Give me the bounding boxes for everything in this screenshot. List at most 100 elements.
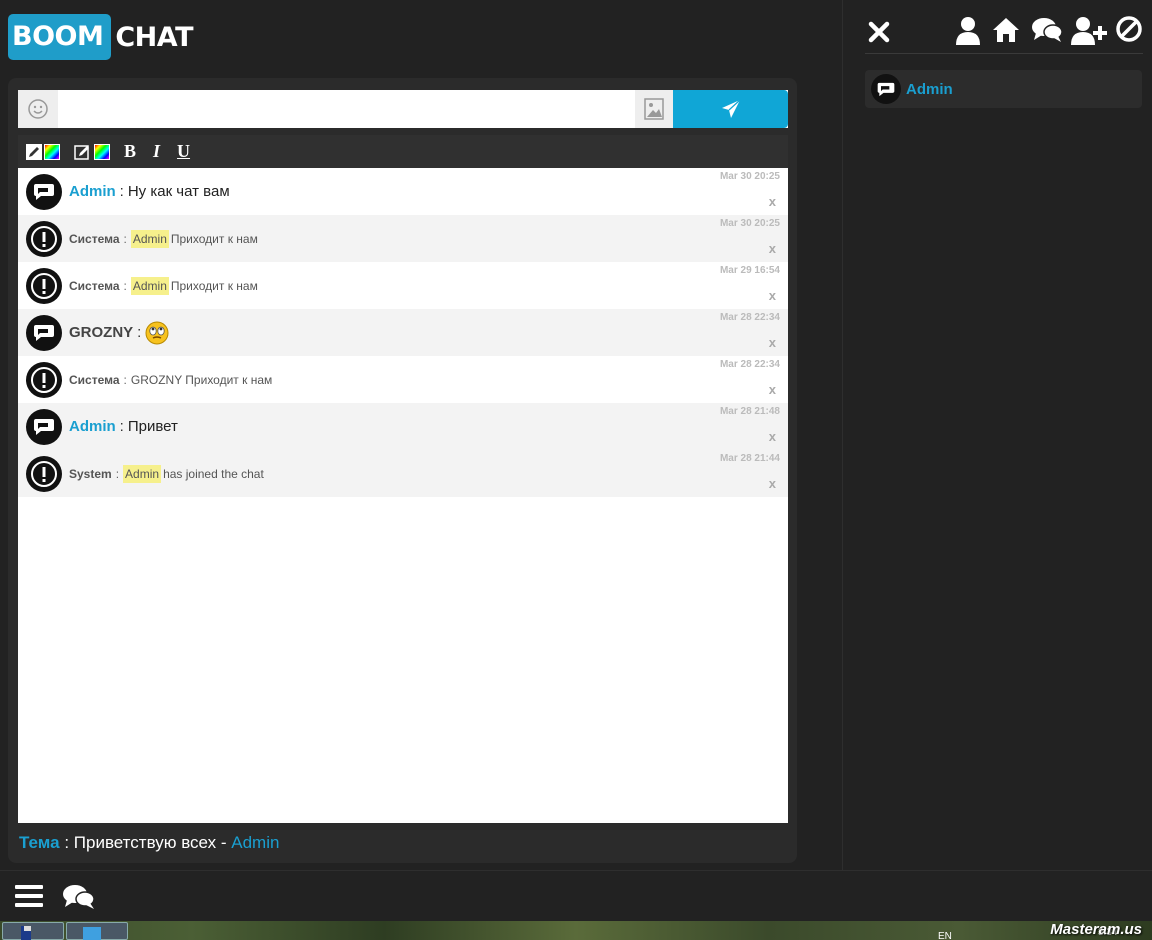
message-input[interactable]: [58, 90, 635, 128]
rolling-eyes-emoji-icon: [145, 321, 169, 344]
home-icon[interactable]: [991, 16, 1021, 44]
user-sidebar: Admin: [842, 0, 1152, 870]
message-separator: :: [123, 278, 127, 293]
floppy-icon: [21, 926, 37, 940]
system-text: Приходит к нам: [170, 278, 258, 293]
system-name: Система: [69, 372, 120, 387]
highlighted-username: Admin: [130, 276, 169, 295]
system-text: GROZNY Приходит к нам: [130, 372, 273, 387]
message-time: Mar 28 22:34: [719, 359, 780, 370]
bold-button[interactable]: B: [124, 141, 136, 162]
add-user-icon[interactable]: [1071, 16, 1107, 46]
system-message: Система : Admin Приходит к нам Mar 29 16…: [18, 262, 788, 309]
text-color-icon: [26, 143, 42, 160]
text-color-button[interactable]: [26, 143, 60, 160]
message-separator: :: [123, 372, 127, 387]
online-user-name: Admin: [906, 80, 953, 98]
background-color-icon: [74, 144, 89, 160]
background-palette-swatch: [94, 143, 110, 160]
message-time: Mar 28 21:44: [719, 453, 780, 464]
bottom-bar: [0, 870, 1152, 921]
message-input-row: [18, 90, 788, 128]
system-message: Система : GROZNY Приходит к нам Mar 28 2…: [18, 356, 788, 403]
message-time: Mar 30 20:25: [719, 218, 780, 229]
chat-avatar-icon: [871, 74, 901, 104]
italic-button[interactable]: I: [153, 141, 160, 162]
delete-message-button[interactable]: x: [769, 335, 776, 350]
chat-avatar-icon[interactable]: [26, 408, 62, 445]
topic-label: Тема: [19, 833, 60, 852]
smiley-icon: [28, 99, 48, 119]
message-username[interactable]: GROZNY: [69, 324, 133, 341]
chat-message: GROZNY : Mar 28 22:34 x: [18, 309, 788, 356]
logo[interactable]: BOOM CHAT: [8, 14, 193, 60]
taskbar-app-button[interactable]: [2, 922, 64, 940]
chat-icon[interactable]: [1031, 16, 1063, 44]
message-time: Mar 28 22:34: [719, 312, 780, 323]
chat-message: Admin : Привет Mar 28 21:48 x: [18, 403, 788, 450]
image-icon: [644, 98, 664, 120]
topic-author[interactable]: Admin: [231, 833, 279, 852]
chat-avatar-icon[interactable]: [26, 173, 62, 210]
alert-avatar-icon: [26, 361, 62, 398]
message-separator: :: [115, 466, 120, 481]
os-taskbar: EN 3:34 Masteram.us: [0, 921, 1152, 940]
message-text: Ну как чат вам: [127, 183, 230, 200]
system-text: Приходит к нам: [170, 231, 258, 246]
online-user-item[interactable]: Admin: [865, 70, 1142, 108]
message-separator: :: [119, 418, 124, 435]
topic-separator: :: [64, 833, 70, 852]
system-name: Система: [69, 231, 120, 246]
message-time: Mar 28 21:48: [719, 406, 780, 417]
message-separator: :: [119, 183, 124, 200]
system-message: Система : Admin Приходит к нам Mar 30 20…: [18, 215, 788, 262]
background-color-button[interactable]: [74, 143, 110, 160]
alert-avatar-icon: [26, 220, 62, 257]
logo-boom-text: BOOM: [8, 14, 112, 60]
chat-panel: B I U Admin : Ну как чат вам Mar 30 20:2…: [8, 78, 797, 863]
system-text: has joined the chat: [163, 466, 264, 481]
topic-text: Приветствую всех -: [73, 833, 227, 852]
send-icon: [721, 99, 740, 118]
delete-message-button[interactable]: x: [769, 429, 776, 444]
highlighted-username: Admin: [130, 229, 169, 248]
folder-icon: [83, 927, 101, 940]
sidebar-toolbar: [865, 12, 1143, 54]
taskbar-app-button[interactable]: [66, 922, 128, 940]
image-upload-button[interactable]: [635, 90, 673, 128]
alert-avatar-icon: [26, 455, 62, 492]
delete-message-button[interactable]: x: [769, 476, 776, 491]
system-message: System : Admin has joined the chat Mar 2…: [18, 450, 788, 497]
emoji-button[interactable]: [18, 90, 58, 128]
system-name: System: [69, 466, 112, 481]
menu-icon[interactable]: [14, 883, 44, 909]
chat-topic: Тема : Приветствую всех - Admin: [19, 833, 279, 853]
delete-message-button[interactable]: x: [769, 241, 776, 256]
chat-bubbles-icon[interactable]: [62, 883, 96, 911]
logo-chat-text: CHAT: [115, 21, 193, 53]
message-text: Привет: [127, 418, 178, 435]
keyboard-language[interactable]: EN: [938, 931, 952, 940]
message-username[interactable]: Admin: [69, 183, 116, 200]
message-time: Mar 30 20:25: [719, 171, 780, 182]
chat-avatar-icon[interactable]: [26, 314, 62, 351]
message-separator: :: [137, 324, 142, 341]
message-separator: :: [123, 231, 127, 246]
format-toolbar: B I U: [18, 135, 788, 168]
message-time: Mar 29 16:54: [719, 265, 780, 276]
message-username[interactable]: Admin: [69, 418, 116, 435]
underline-button[interactable]: U: [177, 141, 190, 162]
system-name: Система: [69, 278, 120, 293]
delete-message-button[interactable]: x: [769, 288, 776, 303]
user-icon[interactable]: [955, 16, 981, 46]
watermark: Masteram.us: [1050, 921, 1142, 938]
block-icon[interactable]: [1115, 15, 1143, 43]
delete-message-button[interactable]: x: [769, 194, 776, 209]
delete-message-button[interactable]: x: [769, 382, 776, 397]
send-button[interactable]: [673, 90, 788, 128]
alert-avatar-icon: [26, 267, 62, 304]
highlighted-username: Admin: [123, 464, 162, 483]
chat-message: Admin : Ну как чат вам Mar 30 20:25 x: [18, 168, 788, 215]
message-list[interactable]: Admin : Ну как чат вам Mar 30 20:25 x Си…: [18, 168, 788, 823]
close-icon[interactable]: [867, 20, 891, 44]
